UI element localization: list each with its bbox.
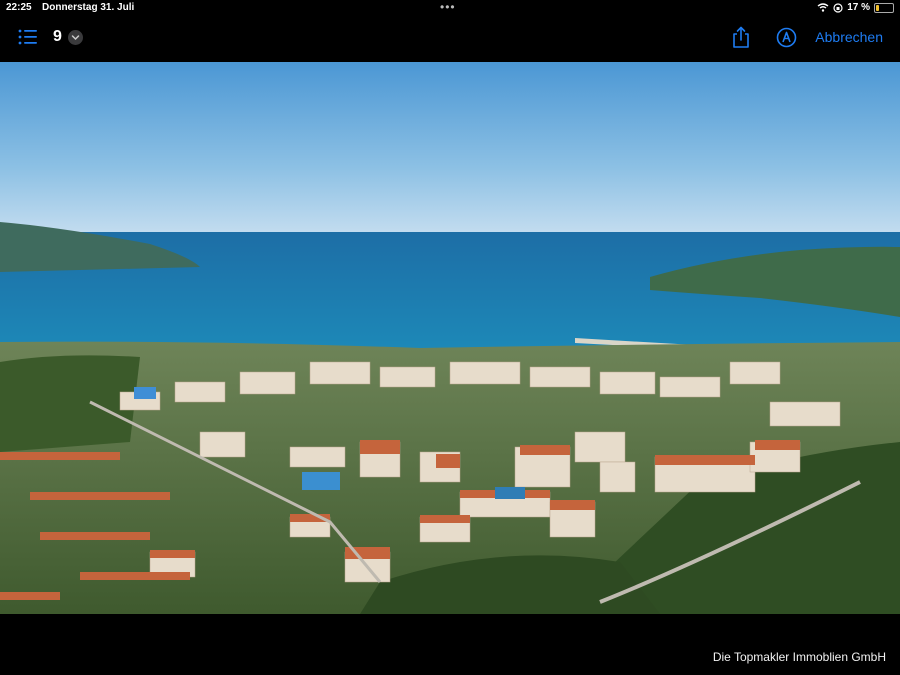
- status-date: Donnerstag 31. Juli: [42, 2, 135, 13]
- battery-level: [876, 4, 879, 11]
- markup-pen-icon[interactable]: [776, 27, 797, 48]
- wifi-icon: [817, 3, 829, 12]
- status-time: 22:25: [6, 2, 32, 13]
- battery-percent: 17 %: [847, 2, 870, 13]
- status-indicators: 17 %: [817, 2, 894, 13]
- battery-icon: [874, 2, 894, 13]
- toolbar: 9 Abbrechen: [0, 22, 900, 54]
- chevron-down-icon: [71, 35, 80, 41]
- share-icon[interactable]: [731, 26, 751, 48]
- list-icon[interactable]: [18, 28, 38, 46]
- cancel-button[interactable]: Abbrechen: [815, 29, 883, 45]
- aerial-coastal-town-image: [0, 62, 900, 614]
- multitasking-dots-icon[interactable]: •••: [440, 0, 456, 14]
- photo-caption: Die Topmakler Immoblien GmbH: [712, 650, 886, 664]
- status-bar: 22:25 Donnerstag 31. Juli ••• 17 %: [0, 0, 900, 16]
- page-menu-button[interactable]: [68, 30, 83, 45]
- aerial-photo: [0, 62, 900, 614]
- orientation-lock-icon: [833, 2, 843, 13]
- page-count[interactable]: 9: [53, 28, 62, 46]
